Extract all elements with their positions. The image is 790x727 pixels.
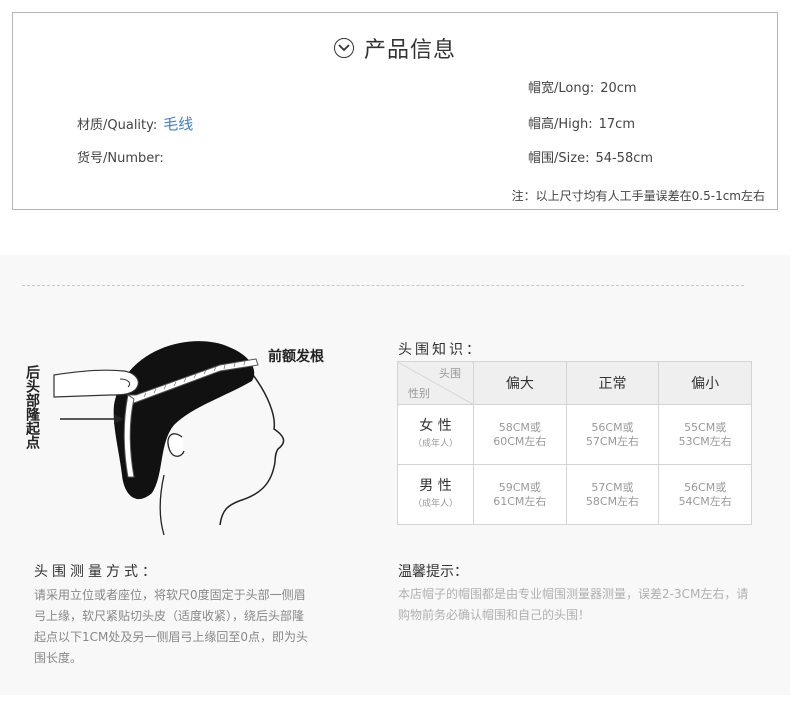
product-info-title: 产品信息 — [363, 38, 456, 63]
product-info-header: 产品信息 — [13, 31, 777, 65]
head-knowledge-title: 头围知识： — [398, 342, 483, 358]
table-cell: 56CM或 57CM左右 — [565, 404, 660, 465]
table-cell: 59CM或 61CM左右 — [473, 464, 567, 525]
spec-long: 帽宽/Long: 20cm — [528, 77, 637, 96]
table-cell: 55CM或 53CM左右 — [658, 404, 752, 465]
table-cell: 57CM或 58CM左右 — [565, 464, 660, 525]
section-divider — [22, 285, 744, 286]
product-info-panel: 产品信息 材质/Quality: 毛线 货号/Number: 帽宽/Long: 20… — [12, 12, 778, 210]
spec-size: 帽围/Size: 54-58cm — [528, 147, 653, 166]
measurement-method-title: 头围测量方式： — [34, 564, 160, 580]
front-hairline-label: 前额发根 — [268, 348, 325, 365]
row-header-male: 男 性 （成年人） — [397, 464, 474, 525]
high-value: 17cm — [598, 117, 635, 132]
table-row: 女 性 （成年人） 58CM或 60CM左右 56CM或 57CM左右 55CM或 5… — [397, 404, 752, 465]
column-header-small: 偏小 — [658, 361, 752, 405]
table-cell: 56CM或 54CM左右 — [658, 464, 752, 525]
table-row: 男 性 （成年人） 59CM或 61CM左右 57CM或 58CM左右 56CM或 5… — [397, 464, 752, 525]
measurement-note: 注：以上尺寸均有人工手量误差在0.5-1cm左右 — [511, 189, 765, 203]
spec-quality: 材质/Quality: 毛线 — [77, 113, 193, 134]
tips-text: 本店帽子的帽围都是由专业帽围测量器测量，误差2-3CM左右，请购物前务必确认帽围… — [398, 587, 749, 622]
table-corner-cell: 头围 性别 — [397, 361, 474, 405]
table-cell: 58CM或 60CM左右 — [473, 404, 567, 465]
column-header-normal: 正常 — [565, 361, 660, 405]
long-value: 20cm — [600, 81, 637, 96]
spec-high: 帽高/High: 17cm — [528, 113, 635, 132]
long-label: 帽宽/Long: — [528, 81, 595, 96]
row-header-female: 女 性 （成年人） — [397, 404, 474, 465]
measurement-method-text: 请采用立位或者座位，将软尺0度固定于头部一侧眉弓上缘，软尺紧贴切头皮（适度收紧）… — [34, 588, 309, 665]
back-of-head-label: 后头部隆起点 — [24, 364, 41, 450]
gender-label: 女 性 — [419, 417, 452, 434]
column-header-large: 偏大 — [473, 361, 567, 405]
tips-title: 温馨提示： — [398, 564, 468, 580]
table-header-row: 头围 性别 偏大 正常 偏小 — [397, 361, 752, 405]
face-outline — [219, 370, 285, 526]
corner-label-gender: 性别 — [408, 387, 430, 400]
ear-shape — [167, 433, 185, 457]
number-label: 货号/Number: — [77, 151, 164, 166]
head-size-table: 头围 性别 偏大 正常 偏小 女 性 （成年人） 58CM或 60CM左右 56C… — [397, 361, 752, 525]
neck-outline — [159, 474, 165, 535]
size-guide-section: 后头部隆起点 前额发根 头围知识： 头围 性别 偏大 正常 偏小 女 性 （成年… — [0, 255, 790, 695]
adult-note: （成年人） — [412, 438, 458, 449]
quality-label: 材质/Quality: — [77, 118, 158, 133]
size-label: 帽围/Size: — [528, 151, 590, 166]
adult-note: （成年人） — [412, 498, 458, 509]
hand-shape — [53, 369, 139, 398]
high-label: 帽高/High: — [528, 117, 593, 132]
spec-number: 货号/Number: — [77, 147, 164, 166]
quality-value: 毛线 — [163, 115, 194, 133]
size-value: 54-58cm — [595, 151, 654, 166]
head-measurement-illustration: 后头部隆起点 前额发根 — [24, 341, 325, 535]
gender-label: 男 性 — [419, 477, 452, 494]
corner-label-head: 头围 — [439, 367, 461, 380]
chevron-down-circle-icon — [333, 38, 354, 58]
